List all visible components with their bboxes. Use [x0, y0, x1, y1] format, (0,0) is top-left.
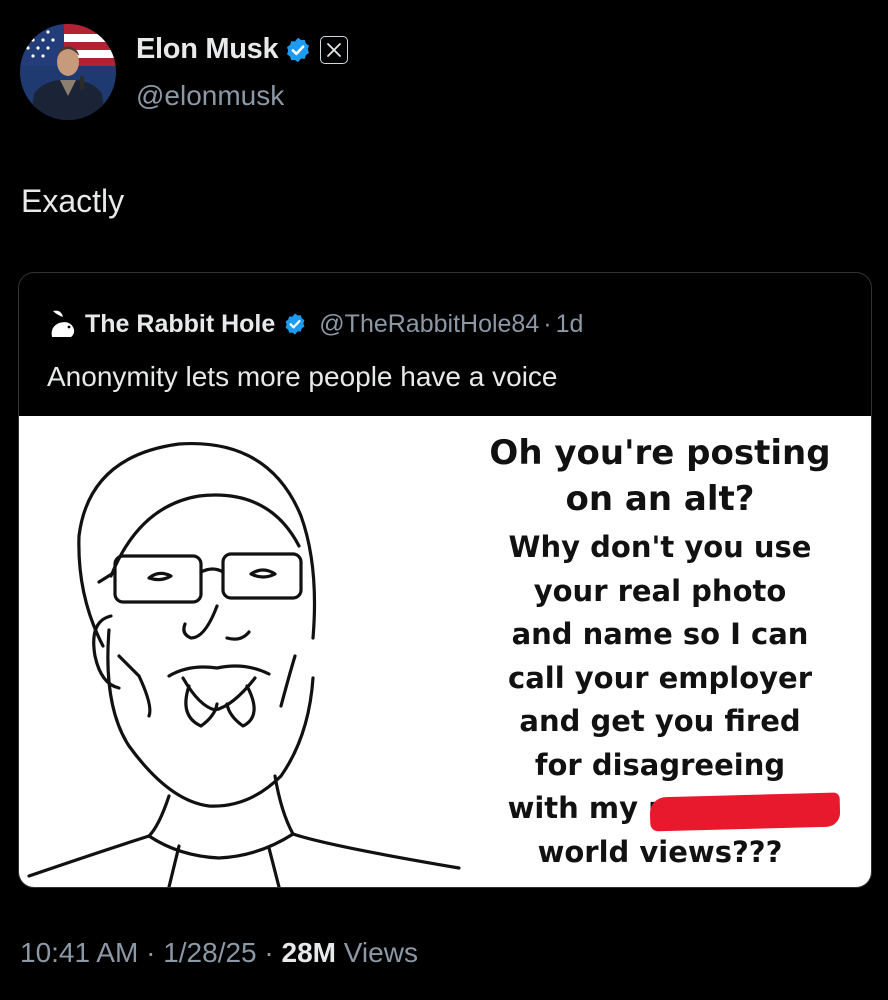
meme-body-line: Why don't you use	[508, 530, 812, 564]
quoted-display-name[interactable]: The Rabbit Hole	[85, 310, 275, 339]
tweet-text: Exactly	[21, 183, 125, 219]
meme-body-line: world views???	[537, 834, 783, 869]
quoted-text: Anonymity lets more people have a voice	[47, 361, 558, 392]
author-handle[interactable]: @elonmusk	[136, 80, 284, 112]
meme-title: Oh you're posting on an alt?	[459, 430, 861, 522]
author-display-name[interactable]: Elon Musk	[136, 33, 279, 66]
tweet-time[interactable]: 10:41 AM	[20, 937, 138, 968]
meme-body-line: and name so I can	[511, 617, 809, 651]
quoted-age: 1d	[555, 309, 584, 338]
meme-body-line: call your employer	[508, 660, 812, 695]
x-logo-icon[interactable]	[320, 35, 349, 64]
separator: ·	[138, 937, 164, 968]
wojak-sketch-illustration	[27, 441, 461, 887]
views-count[interactable]: 28M	[282, 937, 336, 968]
rabbit-avatar-icon[interactable]	[49, 309, 77, 339]
separator: ·	[256, 937, 282, 968]
meme-body-line: for disagreeing	[534, 747, 786, 782]
quoted-handle-line[interactable]: @TheRabbitHole84 · 1d	[319, 310, 583, 339]
verified-badge-icon[interactable]	[284, 36, 312, 64]
meme-body-line: your real photo	[533, 573, 787, 608]
author-avatar[interactable]	[20, 24, 116, 120]
meme-body: Why don't you use your real photo and na…	[459, 526, 861, 874]
meme-title-line: Oh you're posting	[489, 433, 831, 473]
tweet-date[interactable]: 1/28/25	[163, 937, 256, 968]
tweet-meta: 10:41 AM · 1/28/25 · 28M Views	[20, 937, 418, 969]
quoted-handle[interactable]: @TheRabbitHole84	[319, 310, 539, 338]
meme-body-line: and get you fired	[519, 704, 801, 738]
meme-body-line: with my r	[507, 791, 663, 825]
meme-title-line: on an alt?	[565, 479, 755, 519]
quoted-tweet-card[interactable]: The Rabbit Hole @TheRabbitHole84 · 1d Anon…	[18, 272, 872, 888]
views-label: Views	[335, 937, 418, 968]
red-scribble-redaction	[649, 792, 840, 832]
quoted-header: The Rabbit Hole @TheRabbitHole84 · 1d	[49, 309, 583, 339]
verified-badge-icon[interactable]	[283, 312, 307, 336]
meme-caption: Oh you're posting on an alt? Why don't yo…	[459, 430, 861, 874]
author-name-row: Elon Musk	[136, 33, 349, 66]
separator: ·	[543, 309, 552, 338]
meme-image[interactable]: Oh you're posting on an alt? Why don't yo…	[19, 416, 871, 887]
redacted-line: with my r	[507, 787, 840, 832]
